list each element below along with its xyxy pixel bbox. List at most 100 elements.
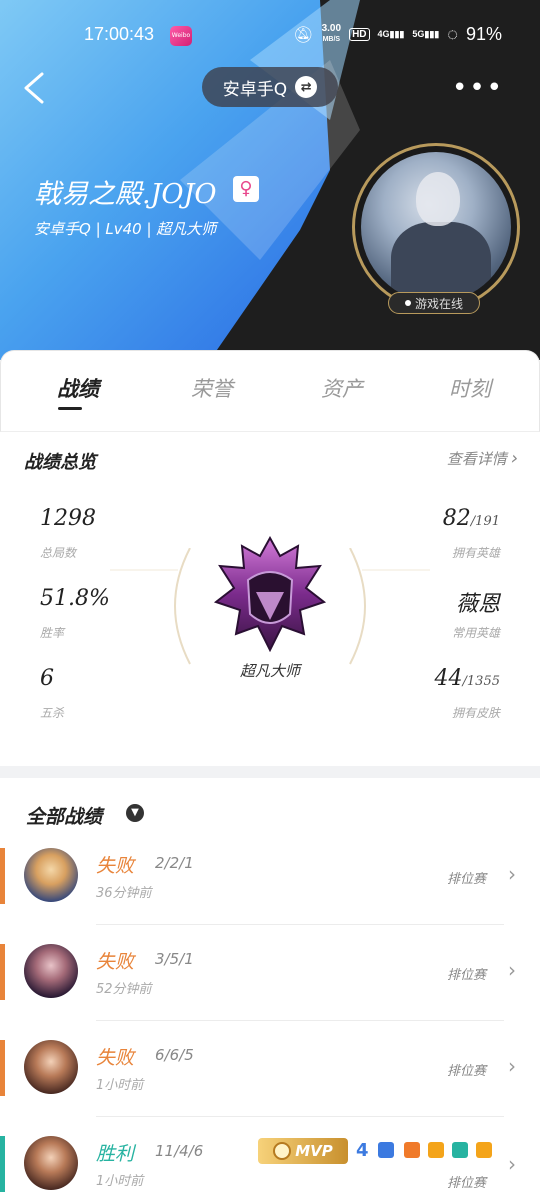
match-mode: 排位赛 <box>446 1176 486 1191</box>
back-arrow-icon[interactable] <box>20 70 48 106</box>
status-time: 17:00:43 <box>84 24 155 44</box>
common-hero-label: 常用英雄 <box>451 626 500 640</box>
status-icons: 🔕︎ 3.00 MB/S HD 4G▮▮▮ 5G▮▮▮ ◌ 91% <box>293 24 502 45</box>
champion-avatar <box>24 1136 78 1190</box>
chevron-down-icon[interactable]: ▼ <box>126 804 144 822</box>
chevron-right-icon: › <box>508 1152 516 1176</box>
profile-header: 17:00:43 Weibo 🔕︎ 3.00 MB/S HD 4G▮▮▮ 5G▮… <box>0 0 540 360</box>
match-time: 52分钟前 <box>96 982 152 997</box>
server-switch-button[interactable]: 安卓手Q ⇄ <box>202 67 338 107</box>
active-tab-indicator <box>58 407 82 410</box>
avatar-image <box>361 152 511 302</box>
swap-icon: ⇄ <box>295 76 318 98</box>
signal-5g-label: 5G <box>412 29 425 39</box>
total-games-value: 1298 <box>40 506 96 531</box>
status-bar: 17:00:43 Weibo 🔕︎ 3.00 MB/S HD 4G▮▮▮ 5G▮… <box>0 0 540 70</box>
tab-assets[interactable]: 资产 <box>321 373 363 403</box>
penta-kills-value: 6 <box>40 666 54 691</box>
match-row[interactable]: 失败 2/2/1 36分钟前 排位赛 › <box>0 848 540 944</box>
all-matches-title: 全部战绩 <box>26 806 103 828</box>
champion-avatar <box>24 1040 78 1094</box>
match-kda: 6/6/5 <box>155 1046 194 1064</box>
achievement-fire-icon <box>404 1142 420 1158</box>
overview-title: 战绩总览 <box>24 452 96 473</box>
mute-bell-icon: 🔕︎ <box>293 26 314 44</box>
online-dot-icon <box>404 300 411 306</box>
match-mode: 排位赛 <box>446 872 486 887</box>
match-row[interactable]: 失败 3/5/1 52分钟前 排位赛 › <box>0 944 540 1040</box>
online-status-label: 游戏在线 <box>414 296 463 311</box>
match-row[interactable]: 胜利 11/4/6 1小时前 MVP 4 排位赛 › <box>0 1136 540 1200</box>
net-speed-unit: MB/S <box>322 36 341 43</box>
rank-name: 超凡大师 <box>239 662 300 680</box>
owned-skins-label: 拥有皮肤 <box>451 706 500 720</box>
signal-4g-icon: 4G▮▮▮ <box>377 29 405 39</box>
owned-heroes-value: 82/191 <box>443 506 500 531</box>
match-mode: 排位赛 <box>446 1064 486 1079</box>
signal-4g-label: 4G <box>377 29 390 39</box>
row-divider <box>96 1116 504 1117</box>
match-mode: 排位赛 <box>446 968 486 983</box>
online-status-badge: 游戏在线 <box>388 292 480 314</box>
row-divider <box>96 924 504 925</box>
match-result: 失败 <box>96 855 135 877</box>
mvp-badge: MVP <box>258 1138 348 1164</box>
achievement-shield-icon <box>452 1142 468 1158</box>
mvp-coin-icon <box>273 1142 292 1160</box>
mvp-count: 4 <box>356 1140 369 1161</box>
chevron-right-icon: › <box>508 862 516 886</box>
match-result: 胜利 <box>96 1143 135 1165</box>
tab-moments[interactable]: 时刻 <box>449 373 491 403</box>
female-gender-icon: ♀ <box>233 176 259 202</box>
server-label: 安卓手Q <box>222 79 288 100</box>
champion-avatar <box>24 944 78 998</box>
match-kda: 2/2/1 <box>155 854 194 872</box>
owned-heroes-label: 拥有英雄 <box>451 546 500 560</box>
player-subtitle: 安卓手Q | Lv40 | 超凡大师 <box>34 220 217 238</box>
match-time: 36分钟前 <box>96 886 152 901</box>
result-bar <box>0 1040 5 1096</box>
match-row[interactable]: 失败 6/6/5 1小时前 排位赛 › <box>0 1040 540 1136</box>
owned-heroes-total: /191 <box>470 514 500 529</box>
view-details-label: 查看详情 <box>446 450 507 468</box>
weibo-app-icon: Weibo <box>170 26 192 46</box>
master-rank-emblem-icon <box>213 536 327 652</box>
view-details-link[interactable]: 查看详情 › <box>447 448 518 469</box>
tab-honor[interactable]: 荣誉 <box>191 373 233 403</box>
net-speed-value: 3.00 <box>321 23 342 34</box>
net-speed: 3.00 MB/S <box>322 24 341 45</box>
achievement-coins-icon <box>428 1142 444 1158</box>
chevron-right-icon: › <box>510 448 518 469</box>
match-time: 1小时前 <box>96 1174 144 1189</box>
win-rate-label: 胜率 <box>40 626 65 640</box>
common-hero-value: 薇恩 <box>455 592 500 617</box>
champion-avatar <box>24 848 78 902</box>
owned-heroes-count: 82 <box>442 506 471 531</box>
tab-record[interactable]: 战绩 <box>57 373 99 403</box>
player-name: 戟易之殿.JOJO <box>34 179 217 210</box>
match-time: 1小时前 <box>96 1078 144 1093</box>
match-result: 失败 <box>96 951 135 973</box>
battery-level: 91% <box>465 24 502 44</box>
avatar[interactable] <box>352 143 520 311</box>
owned-skins-count: 44 <box>434 666 463 691</box>
owned-skins-total: /1355 <box>462 674 500 689</box>
chevron-right-icon: › <box>508 958 516 982</box>
penta-kills-label: 五杀 <box>40 706 65 720</box>
result-bar <box>0 848 5 904</box>
result-bar <box>0 944 5 1000</box>
match-result: 失败 <box>96 1047 135 1069</box>
win-rate-value: 51.8% <box>40 586 110 611</box>
total-games-label: 总局数 <box>40 546 77 560</box>
achievement-wing-icon <box>378 1142 394 1158</box>
result-bar <box>0 1136 5 1192</box>
chevron-right-icon: › <box>508 1054 516 1078</box>
profile-tabs: 战绩 荣誉 资产 时刻 <box>0 350 540 432</box>
mvp-label: MVP <box>295 1142 333 1160</box>
section-divider <box>0 766 540 778</box>
owned-skins-value: 44/1355 <box>435 666 500 691</box>
battery-icon: ◌ <box>447 24 458 44</box>
signal-5g-icon: 5G▮▮▮ <box>412 29 440 39</box>
more-options-icon[interactable]: ••• <box>452 75 504 101</box>
row-divider <box>96 1020 504 1021</box>
